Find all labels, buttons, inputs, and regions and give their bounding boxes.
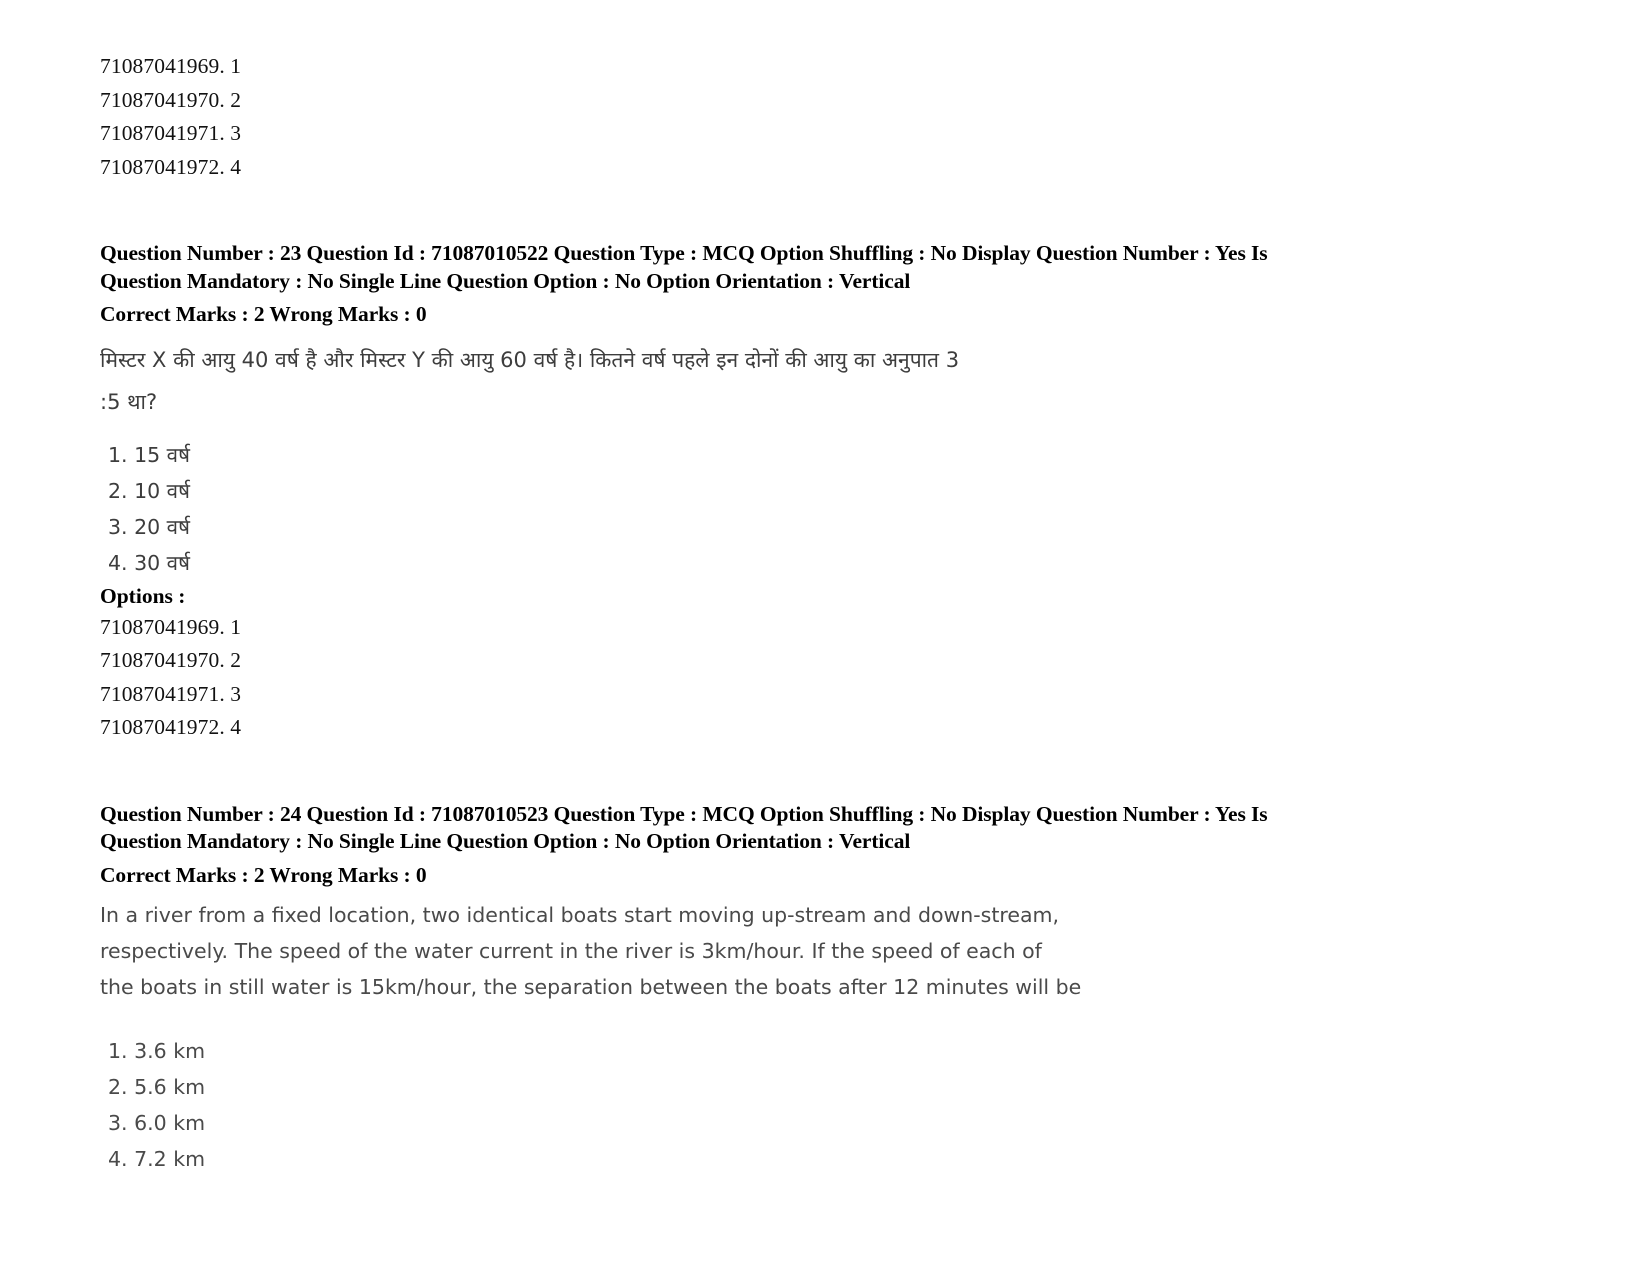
- question-text-line: :5 था?: [100, 389, 158, 414]
- question-meta-line-2: Question Mandatory : No Single Line Ques…: [100, 268, 911, 293]
- question-text-24: In a river from a fixed location, two id…: [100, 897, 1400, 1005]
- answer-option[interactable]: 3. 20 वर्ष: [100, 509, 1550, 545]
- answer-option-list-23: 1. 15 वर्ष 2. 10 वर्ष 3. 20 वर्ष 4. 30 व…: [100, 437, 1550, 581]
- question-text-line: the boats in still water is 15km/hour, t…: [100, 975, 1082, 999]
- question-meta-24: Question Number : 24 Question Id : 71087…: [100, 801, 1420, 856]
- option-id-line: 71087041972. 4: [100, 154, 242, 179]
- document-page: 71087041969. 1 71087041970. 2 7108704197…: [0, 0, 1650, 1275]
- question-meta-23: Question Number : 23 Question Id : 71087…: [100, 240, 1420, 295]
- question-marks-23: Correct Marks : 2 Wrong Marks : 0: [100, 302, 427, 326]
- question-text-line: respectively. The speed of the water cur…: [100, 939, 1042, 963]
- question-block-24: Question Number : 24 Question Id : 71087…: [100, 801, 1550, 1178]
- question-block-23: Question Number : 23 Question Id : 71087…: [100, 240, 1550, 745]
- answer-option[interactable]: 1. 15 वर्ष: [100, 437, 1550, 473]
- question-text-line: मिस्टर X की आयु 40 वर्ष है और मिस्टर Y क…: [100, 347, 960, 372]
- answer-option[interactable]: 4. 7.2 km: [100, 1141, 1550, 1177]
- option-id-line: 71087041971. 3: [100, 681, 242, 706]
- question-meta-line-1: Question Number : 23 Question Id : 71087…: [100, 241, 1268, 265]
- answer-option[interactable]: 2. 10 वर्ष: [100, 473, 1550, 509]
- answer-option[interactable]: 4. 30 वर्ष: [100, 545, 1550, 581]
- question-text-23: मिस्टर X की आयु 40 वर्ष है और मिस्टर Y क…: [100, 339, 1400, 423]
- option-id-line: 71087041971. 3: [100, 121, 242, 145]
- question-meta-line-2: Question Mandatory : No Single Line Ques…: [100, 829, 911, 853]
- options-label-23: Options :: [100, 583, 186, 608]
- option-id-line: 71087041972. 4: [100, 715, 242, 739]
- answer-option[interactable]: 1. 3.6 km: [100, 1033, 1550, 1069]
- question-meta-line-1: Question Number : 24 Question Id : 71087…: [100, 801, 1268, 826]
- answer-option-list-24: 1. 3.6 km 2. 5.6 km 3. 6.0 km 4. 7.2 km: [100, 1033, 1550, 1177]
- question-text-line: In a river from a fixed location, two id…: [100, 903, 1060, 927]
- option-id-line: 71087041970. 2: [100, 648, 242, 672]
- answer-option[interactable]: 2. 5.6 km: [100, 1069, 1550, 1105]
- answer-option[interactable]: 3. 6.0 km: [100, 1105, 1550, 1141]
- option-id-list-23: 71087041969. 1 71087041970. 2 7108704197…: [100, 611, 1550, 745]
- option-id-line: 71087041970. 2: [100, 87, 242, 112]
- question-marks-24: Correct Marks : 2 Wrong Marks : 0: [100, 862, 427, 887]
- option-id-line: 71087041969. 1: [100, 54, 242, 78]
- carryover-option-id-list: 71087041969. 1 71087041970. 2 7108704197…: [100, 50, 1550, 184]
- option-id-line: 71087041969. 1: [100, 614, 242, 639]
